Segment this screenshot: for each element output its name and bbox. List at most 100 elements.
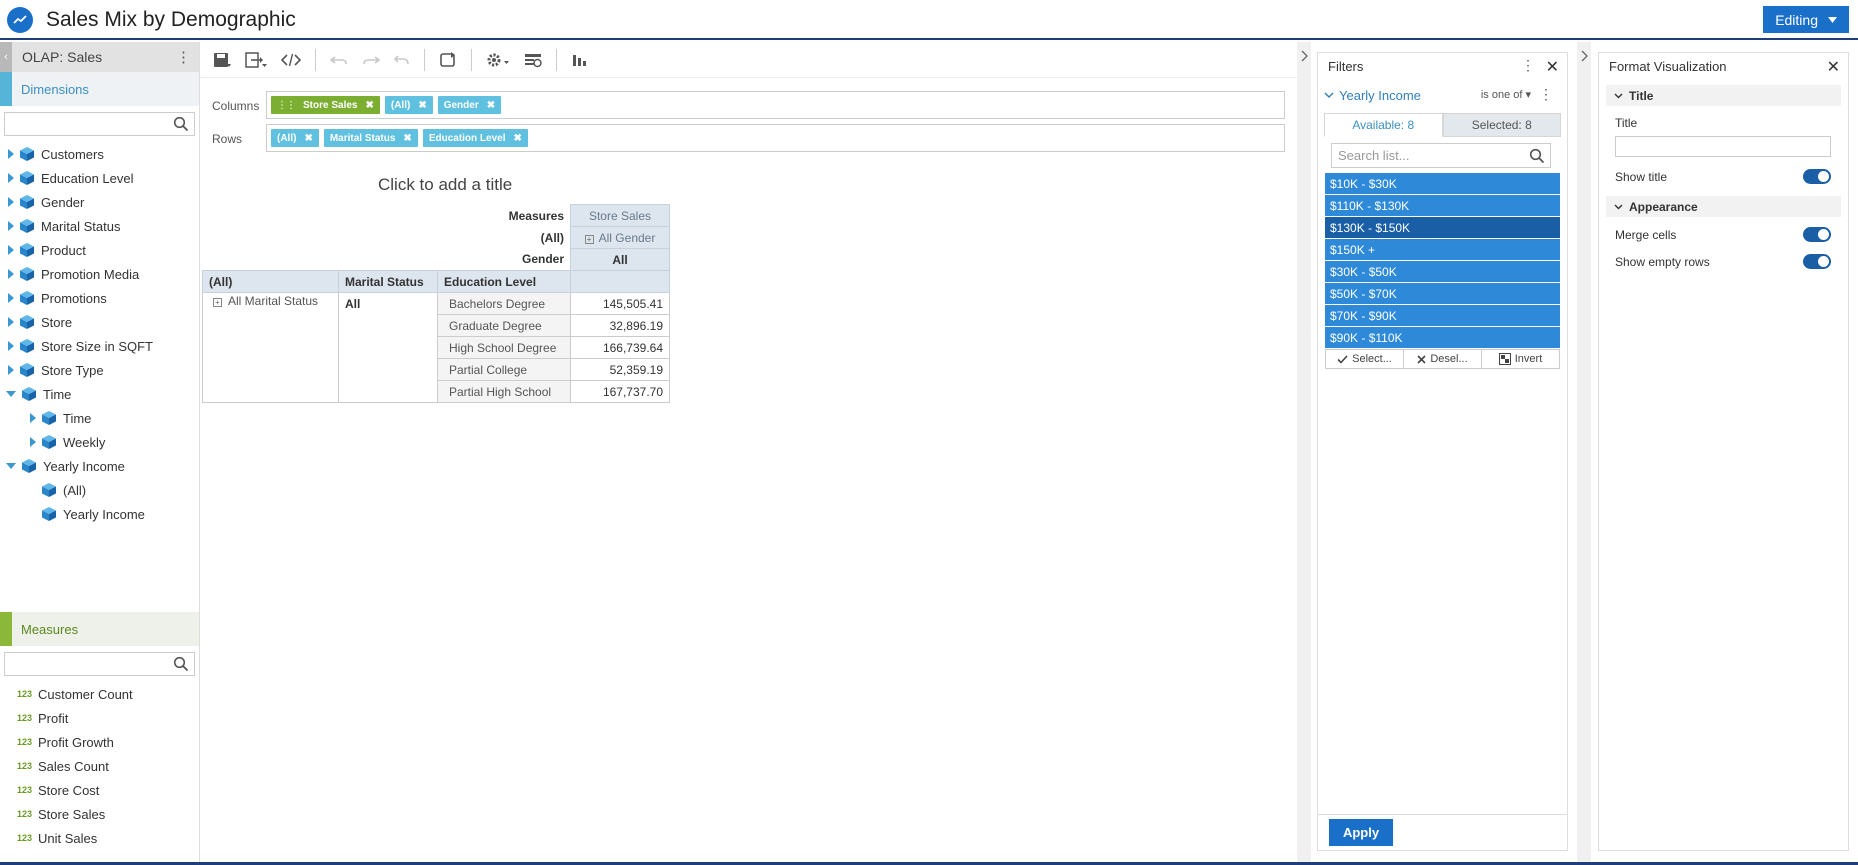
collapse-caret-icon[interactable] [6,391,16,397]
expand-caret-icon[interactable] [30,437,36,447]
filter-value-item[interactable]: $130K - $150K [1325,217,1560,238]
deselect-all-button[interactable]: Desel... [1404,350,1482,368]
remove-icon[interactable]: ✖ [418,100,426,111]
expand-caret-icon[interactable] [8,269,14,279]
measures-search-input[interactable] [4,652,195,676]
remove-icon[interactable]: ✖ [403,133,411,144]
expand-caret-icon[interactable] [8,245,14,255]
drag-handle-icon[interactable]: ⋮⋮ [277,100,296,111]
dimension-store-type[interactable]: Store Type [0,358,199,382]
title-section-header[interactable]: Title [1606,85,1841,106]
level-all[interactable]: (All) [0,478,199,502]
measure-store-sales[interactable]: 123 Store Sales [0,802,199,826]
education-level-cell[interactable]: Partial College [437,358,571,381]
store-sales-value-cell[interactable]: 166,739.64 [570,336,670,359]
measure-column-header[interactable]: Store Sales [570,204,670,227]
measure-sales-count[interactable]: 123 Sales Count [0,754,199,778]
expand-caret-icon[interactable] [8,197,14,207]
expand-caret-icon[interactable] [8,221,14,231]
expand-caret-icon[interactable] [8,293,14,303]
title-input[interactable] [1615,136,1831,157]
show-title-toggle[interactable] [1803,169,1831,184]
undo-button[interactable] [330,42,348,78]
filter-value-item[interactable]: $70K - $90K [1325,305,1560,326]
filter-search-input[interactable]: Search list... [1331,143,1551,168]
dimension-promotion-media[interactable]: Promotion Media [0,262,199,286]
kebab-menu-icon[interactable]: ⋮ [176,48,191,66]
education-level-cell[interactable]: Bachelors Degree [437,292,571,315]
kebab-menu-icon[interactable]: ⋮ [1521,57,1535,74]
filter-value-item[interactable]: $150K + [1325,239,1560,260]
filter-value-item[interactable]: $110K - $130K [1325,195,1560,216]
tab-selected[interactable]: Selected: 8 [1442,113,1561,137]
save-button[interactable] [213,42,231,78]
field-chip-marital-status[interactable]: Marital Status ✖ [323,129,418,147]
dimensions-header[interactable]: Dimensions [0,72,199,106]
gender-value-header[interactable]: All [570,248,670,271]
reset-button[interactable] [394,42,410,78]
expand-caret-icon[interactable] [30,413,36,423]
level-yearly-income[interactable]: Yearly Income [0,502,199,526]
store-sales-value-cell[interactable]: 145,505.41 [570,292,670,315]
measure-profit-growth[interactable]: 123 Profit Growth [0,730,199,754]
tab-available[interactable]: Available: 8 [1324,113,1443,137]
filter-operator-dropdown[interactable]: is one of ▾ [1481,88,1531,101]
dimension-time[interactable]: Time [0,382,199,406]
field-chip-all[interactable]: (All) ✖ [384,96,433,114]
measure-store-cost[interactable]: 123 Store Cost [0,778,199,802]
expand-icon[interactable]: + [584,234,594,244]
measure-unit-sales[interactable]: 123 Unit Sales [0,826,199,850]
store-sales-value-cell[interactable]: 32,896.19 [570,314,670,337]
apply-button[interactable]: Apply [1329,819,1393,846]
settings-button[interactable] [486,42,510,78]
field-chip-education-level[interactable]: Education Level ✖ [422,129,528,147]
expand-icon[interactable]: + [213,298,222,307]
measure-profit[interactable]: 123 Profit [0,706,199,730]
rows-drop-zone[interactable]: (All) ✖ Marital Status ✖ Education Level ✖ [266,124,1285,152]
format-collapse-strip[interactable] [1577,42,1591,865]
dimension-promotions[interactable]: Promotions [0,286,199,310]
collapse-left-panel-button[interactable]: ‹ [0,42,12,72]
editing-mode-button[interactable]: Editing [1763,6,1849,33]
row-header-education-level[interactable]: Education Level [437,270,571,293]
expand-caret-icon[interactable] [8,365,14,375]
education-level-cell[interactable]: Graduate Degree [437,314,571,337]
field-chip-all[interactable]: (All) ✖ [271,129,319,147]
remove-icon[interactable]: ✖ [304,133,312,144]
dimension-education-level[interactable]: Education Level [0,166,199,190]
filter-toggle-button[interactable] [524,42,542,78]
pivot-title-placeholder[interactable]: Click to add a title [378,175,512,195]
dimension-gender[interactable]: Gender [0,190,199,214]
marital-all-cell[interactable]: All [338,292,438,403]
dimension-store[interactable]: Store [0,310,199,334]
chart-type-button[interactable] [571,42,587,78]
swap-axes-button[interactable] [439,42,457,78]
show-empty-rows-toggle[interactable] [1803,254,1831,269]
dimension-yearly-income[interactable]: Yearly Income [0,454,199,478]
dimension-customers[interactable]: Customers [0,142,199,166]
export-button[interactable] [245,42,267,78]
education-level-cell[interactable]: High School Degree [437,336,571,359]
dimension-marital-status[interactable]: Marital Status [0,214,199,238]
view-code-button[interactable] [281,42,301,78]
measures-header[interactable]: Measures [0,612,199,646]
store-sales-value-cell[interactable]: 167,737.70 [570,380,670,403]
close-icon[interactable]: ✕ [1827,57,1840,77]
filter-value-item[interactable]: $90K - $110K [1325,327,1560,348]
columns-drop-zone[interactable]: ⋮⋮ Store Sales ✖ (All) ✖ Gender ✖ [266,91,1285,119]
expand-caret-icon[interactable] [8,173,14,183]
kebab-menu-icon[interactable]: ⋮ [1539,86,1553,103]
dimension-product[interactable]: Product [0,238,199,262]
remove-icon[interactable]: ✖ [487,100,495,111]
filter-value-item[interactable]: $10K - $30K [1325,173,1560,194]
field-chip-store-sales[interactable]: ⋮⋮ Store Sales ✖ [271,96,380,114]
row-header-marital-status[interactable]: Marital Status [338,270,438,293]
select-all-button[interactable]: Select... [1326,350,1404,368]
all-marital-status-cell[interactable]: + All Marital Status [202,292,339,403]
row-header-all[interactable]: (All) [202,270,339,293]
remove-icon[interactable]: ✖ [514,133,522,144]
store-sales-value-cell[interactable]: 52,359.19 [570,358,670,381]
measure-customer-count[interactable]: 123 Customer Count [0,682,199,706]
filter-value-item[interactable]: $30K - $50K [1325,261,1560,282]
filter-field-row[interactable]: Yearly Income is one of ▾ ⋮ [1324,83,1561,107]
